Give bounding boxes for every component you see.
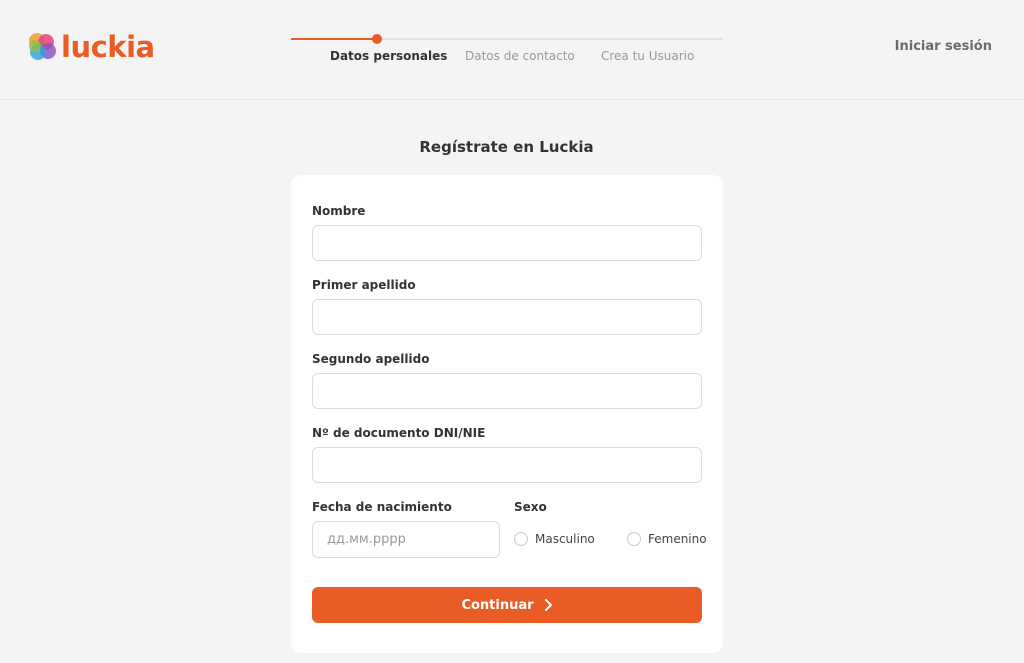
sexo-label: Sexo <box>514 500 547 514</box>
step-datos-personales: Datos personales <box>330 49 448 63</box>
radio-circle[interactable] <box>514 532 528 546</box>
continuar-button[interactable]: Continuar <box>312 587 702 623</box>
continuar-label: Continuar <box>461 597 534 613</box>
fecha-nacimiento-label: Fecha de nacimiento <box>312 500 452 514</box>
radio-circle[interactable] <box>627 532 641 546</box>
nombre-label: Nombre <box>312 204 366 218</box>
primer-apellido-input[interactable] <box>312 299 702 335</box>
segundo-apellido-label: Segundo apellido <box>312 352 430 366</box>
sexo-masculino-radio[interactable]: Masculino <box>514 532 595 546</box>
fecha-nacimiento-input[interactable] <box>312 521 500 558</box>
femenino-label: Femenino <box>648 532 707 546</box>
chevron-right-icon <box>544 599 552 611</box>
luckia-logo[interactable]: luckia <box>25 27 155 67</box>
stepper-current-dot <box>372 34 382 44</box>
stepper-progress <box>291 38 377 40</box>
sexo-femenino-radio[interactable]: Femenino <box>627 532 707 546</box>
logo-wordmark: luckia <box>61 29 155 64</box>
registration-stepper: Datos personales Datos de contacto Crea … <box>291 31 723 71</box>
page-title: Regístrate en Luckia <box>419 138 594 156</box>
nombre-input[interactable] <box>312 225 702 261</box>
step-crea-tu-usuario: Crea tu Usuario <box>601 49 695 63</box>
step-datos-de-contacto: Datos de contacto <box>465 49 575 63</box>
top-header: luckia Datos personales Datos de contact… <box>0 0 1024 100</box>
primer-apellido-label: Primer apellido <box>312 278 416 292</box>
login-link[interactable]: Iniciar sesión <box>895 39 992 54</box>
registration-form-card: Nombre Primer apellido Segundo apellido … <box>291 175 723 653</box>
documento-input[interactable] <box>312 447 702 483</box>
segundo-apellido-input[interactable] <box>312 373 702 409</box>
masculino-label: Masculino <box>535 532 595 546</box>
documento-label: Nº de documento DNI/NIE <box>312 426 486 440</box>
luckia-flower-icon <box>29 33 56 60</box>
